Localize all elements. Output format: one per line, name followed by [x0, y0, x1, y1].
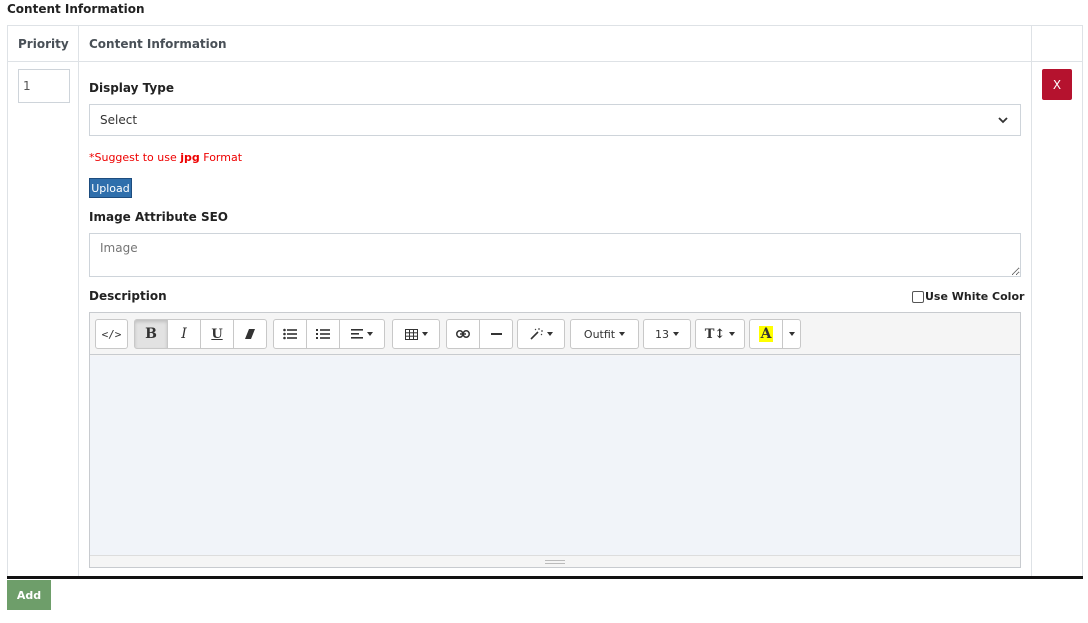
- display-type-value: Select: [100, 113, 138, 127]
- horizontal-rule-button[interactable]: [479, 319, 513, 349]
- chevron-down-icon: [998, 117, 1008, 124]
- horizontal-rule-icon: [490, 333, 502, 335]
- image-seo-label: Image Attribute SEO: [89, 210, 228, 224]
- table-group: [392, 319, 440, 349]
- table-dropdown[interactable]: [392, 319, 440, 349]
- magic-group: [517, 319, 565, 349]
- editor-toolbar: </> B I U Outfit 13 T↕ A: [90, 313, 1020, 355]
- align-dropdown[interactable]: [339, 319, 385, 349]
- numbered-list-icon: [316, 329, 330, 339]
- caret-down-icon: [729, 332, 736, 336]
- table-bottom-border: [7, 576, 1083, 579]
- priority-input[interactable]: [18, 69, 70, 103]
- font-name-value: Outfit: [583, 327, 616, 341]
- table-icon: [404, 328, 418, 340]
- caret-down-icon: [367, 332, 373, 336]
- display-type-select[interactable]: Select: [89, 104, 1021, 136]
- content-header: Content Information: [89, 37, 227, 51]
- caret-down-icon: [673, 332, 679, 336]
- align-left-icon: [351, 329, 363, 339]
- italic-button[interactable]: I: [167, 319, 201, 349]
- font-size-group: 13: [643, 319, 691, 349]
- white-color-label: Use White Color: [925, 290, 1025, 303]
- caret-down-icon: [421, 332, 428, 336]
- white-color-option[interactable]: Use White Color: [912, 290, 1024, 303]
- caret-down-icon: [547, 332, 553, 336]
- font-name-dropdown[interactable]: Outfit: [570, 319, 639, 349]
- link-button[interactable]: [446, 319, 480, 349]
- rich-text-editor: </> B I U Outfit 13 T↕ A: [89, 312, 1021, 568]
- image-seo-input[interactable]: [89, 233, 1021, 277]
- line-height-dropdown[interactable]: T↕: [695, 319, 745, 349]
- upload-button[interactable]: Upload: [89, 178, 132, 198]
- resize-grip-icon[interactable]: [545, 559, 565, 564]
- bullet-list-icon: [283, 328, 297, 340]
- hint-suffix: Format: [199, 151, 243, 164]
- display-type-label: Display Type: [89, 81, 174, 95]
- section-title: Content Information: [7, 2, 145, 16]
- caret-down-icon: [788, 332, 795, 336]
- unordered-list-button[interactable]: [273, 319, 307, 349]
- code-view-button[interactable]: </>: [95, 319, 128, 349]
- column-divider: [78, 26, 79, 577]
- text-height-icon: T↕: [704, 326, 726, 342]
- insert-group: [446, 319, 513, 349]
- underline-button[interactable]: U: [200, 319, 234, 349]
- color-group: A: [749, 319, 801, 349]
- link-icon: [456, 330, 470, 338]
- white-color-checkbox[interactable]: [912, 290, 924, 303]
- font-size-dropdown[interactable]: 13: [643, 319, 691, 349]
- bold-button[interactable]: B: [134, 319, 168, 349]
- caret-down-icon: [619, 332, 626, 336]
- paragraph-group: [273, 319, 385, 349]
- delete-row-button[interactable]: X: [1042, 69, 1072, 100]
- font-size-value: 13: [655, 327, 669, 341]
- priority-header: Priority: [18, 37, 69, 51]
- style-dropdown[interactable]: [517, 319, 565, 349]
- editor-resize-bar[interactable]: [90, 555, 1020, 567]
- color-dropdown[interactable]: [782, 319, 801, 349]
- add-button[interactable]: Add: [7, 580, 51, 610]
- ordered-list-button[interactable]: [306, 319, 340, 349]
- format-hint: *Suggest to use jpg Format: [89, 151, 242, 164]
- code-group: </>: [95, 319, 128, 349]
- clear-format-button[interactable]: [233, 319, 267, 349]
- text-color-button[interactable]: A: [749, 319, 783, 349]
- eraser-icon: [245, 329, 255, 339]
- hint-prefix: *Suggest to use: [89, 151, 181, 164]
- font-name-group: Outfit: [570, 319, 639, 349]
- style-group: B I U: [134, 319, 267, 349]
- editor-content-area[interactable]: [90, 356, 1020, 556]
- description-label: Description: [89, 289, 167, 303]
- hint-format: jpg: [180, 151, 200, 164]
- height-group: T↕: [695, 319, 745, 349]
- highlight-color-icon: A: [758, 326, 774, 342]
- column-divider: [1031, 26, 1032, 577]
- magic-wand-icon: [530, 328, 543, 340]
